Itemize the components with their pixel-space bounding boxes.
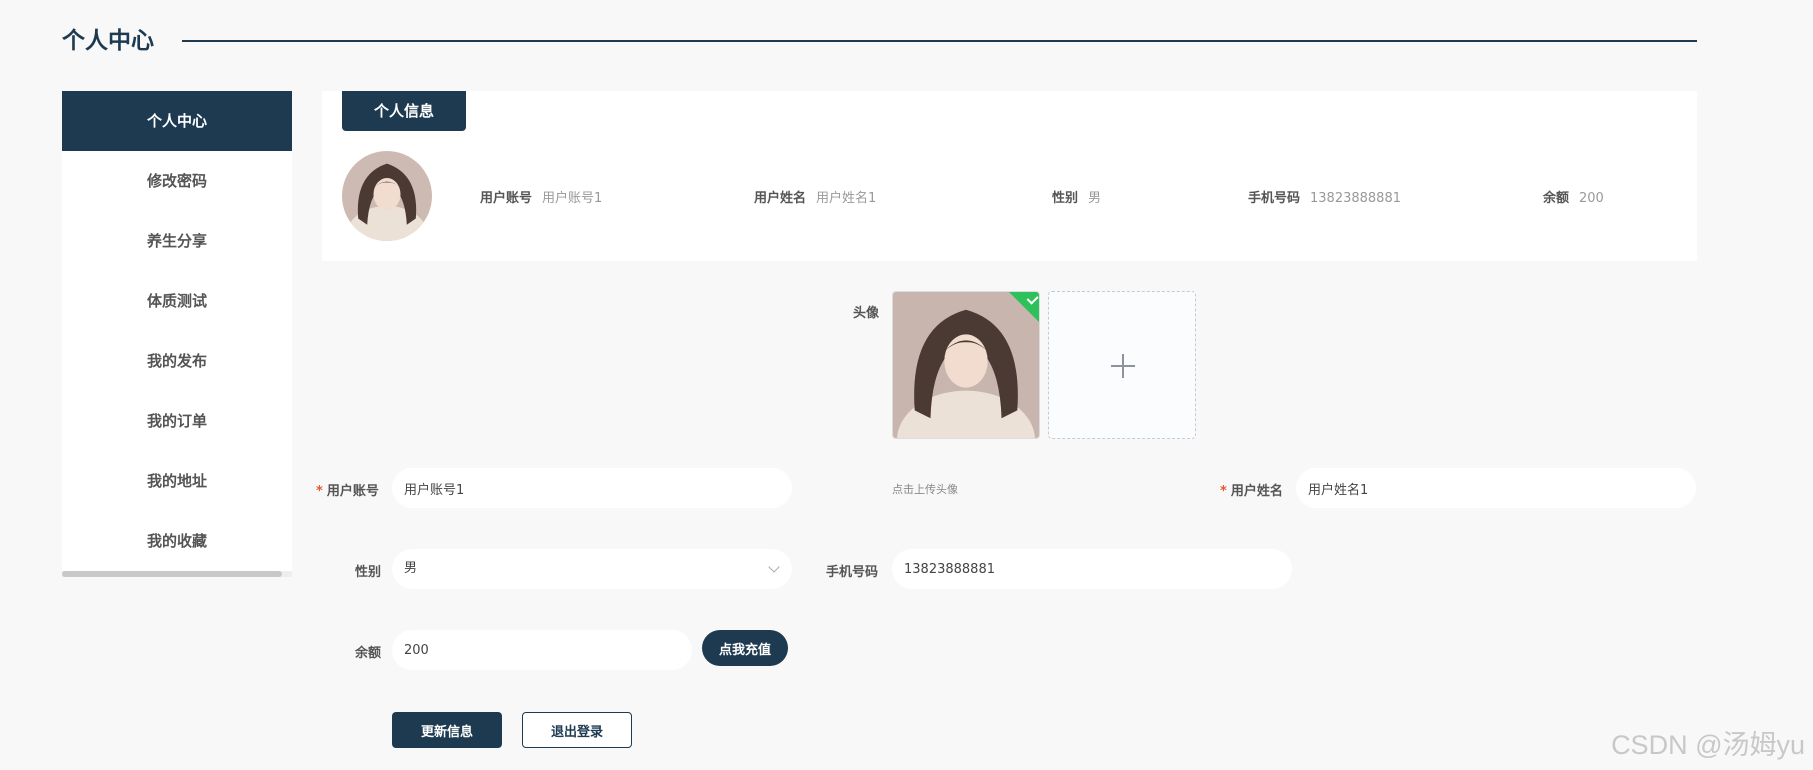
sidebar-item-my-orders[interactable]: 我的订单: [62, 391, 292, 451]
info-name: 用户姓名 用户姓名1: [754, 187, 876, 206]
sidebar-item-constitution-test[interactable]: 体质测试: [62, 271, 292, 331]
info-phone: 手机号码 13823888881: [1248, 187, 1401, 206]
account-label-text: 用户账号: [326, 484, 379, 499]
sidebar: 个人中心 修改密码 养生分享 体质测试 我的发布 我的订单 我的地址 我的收藏: [62, 91, 292, 577]
gender-select-value: 男: [404, 561, 418, 576]
page-title: 个人中心: [62, 28, 154, 54]
logout-button[interactable]: 退出登录: [522, 712, 632, 748]
info-gender: 性别男: [1052, 187, 1101, 206]
avatar-field-label: 头像: [853, 306, 880, 321]
info-balance: 余额 200: [1543, 187, 1604, 206]
info-balance-label: 余额: [1543, 191, 1570, 206]
info-gender-value: 男: [1088, 191, 1102, 206]
info-name-label: 用户姓名: [754, 191, 807, 206]
uploaded-avatar-thumbnail[interactable]: [892, 291, 1040, 439]
phone-field-label: 手机号码: [826, 565, 879, 580]
tab-personal-info[interactable]: 个人信息: [342, 91, 466, 131]
update-info-button[interactable]: 更新信息: [392, 712, 502, 748]
sidebar-item-my-address[interactable]: 我的地址: [62, 451, 292, 511]
avatar: [342, 151, 432, 241]
sidebar-item-health-share[interactable]: 养生分享: [62, 211, 292, 271]
required-mark: *: [1220, 484, 1227, 499]
info-account: 用户账号 用户账号1: [480, 187, 602, 206]
name-input[interactable]: [1296, 468, 1696, 508]
avatar-upload-button[interactable]: [1048, 291, 1196, 439]
upload-hint: 点击上传头像: [892, 483, 958, 496]
sidebar-scrollbar[interactable]: [62, 571, 292, 577]
info-balance-value: 200: [1579, 191, 1604, 206]
sidebar-item-personal-center[interactable]: 个人中心: [62, 91, 292, 151]
title-divider: [182, 40, 1697, 42]
chevron-down-icon: [768, 561, 780, 573]
check-icon: [1026, 292, 1039, 305]
info-gender-label: 性别: [1052, 191, 1079, 206]
gender-select[interactable]: 男: [392, 549, 792, 589]
phone-input[interactable]: [892, 549, 1292, 589]
info-account-value: 用户账号1: [542, 191, 603, 206]
info-name-value: 用户姓名1: [816, 191, 877, 206]
sidebar-scrollbar-thumb[interactable]: [62, 571, 282, 577]
page-header: 个人中心: [62, 26, 1697, 56]
balance-input[interactable]: [392, 630, 692, 670]
sidebar-item-change-password[interactable]: 修改密码: [62, 151, 292, 211]
info-phone-value: 13823888881: [1310, 191, 1401, 206]
info-account-label: 用户账号: [480, 191, 533, 206]
required-mark: *: [316, 484, 323, 499]
name-field-label: * 用户姓名: [1220, 480, 1283, 499]
personal-info-card: 个人信息 用户账号 用户账号1 用户姓名 用户姓名1 性别男 手机号码 1382388…: [322, 91, 1697, 261]
account-field-label: * 用户账号: [316, 480, 379, 499]
avatar-photo: [342, 151, 432, 241]
info-phone-label: 手机号码: [1248, 191, 1301, 206]
account-input[interactable]: [392, 468, 792, 508]
name-label-text: 用户姓名: [1230, 484, 1283, 499]
gender-field-label: 性别: [355, 565, 382, 580]
watermark: CSDN @汤姆yu: [1611, 730, 1805, 760]
sidebar-item-my-posts[interactable]: 我的发布: [62, 331, 292, 391]
balance-field-label: 余额: [355, 646, 382, 661]
recharge-button[interactable]: 点我充值: [702, 630, 788, 666]
sidebar-item-my-favorites[interactable]: 我的收藏: [62, 511, 292, 571]
uploaded-avatar-photo: [893, 292, 1039, 438]
